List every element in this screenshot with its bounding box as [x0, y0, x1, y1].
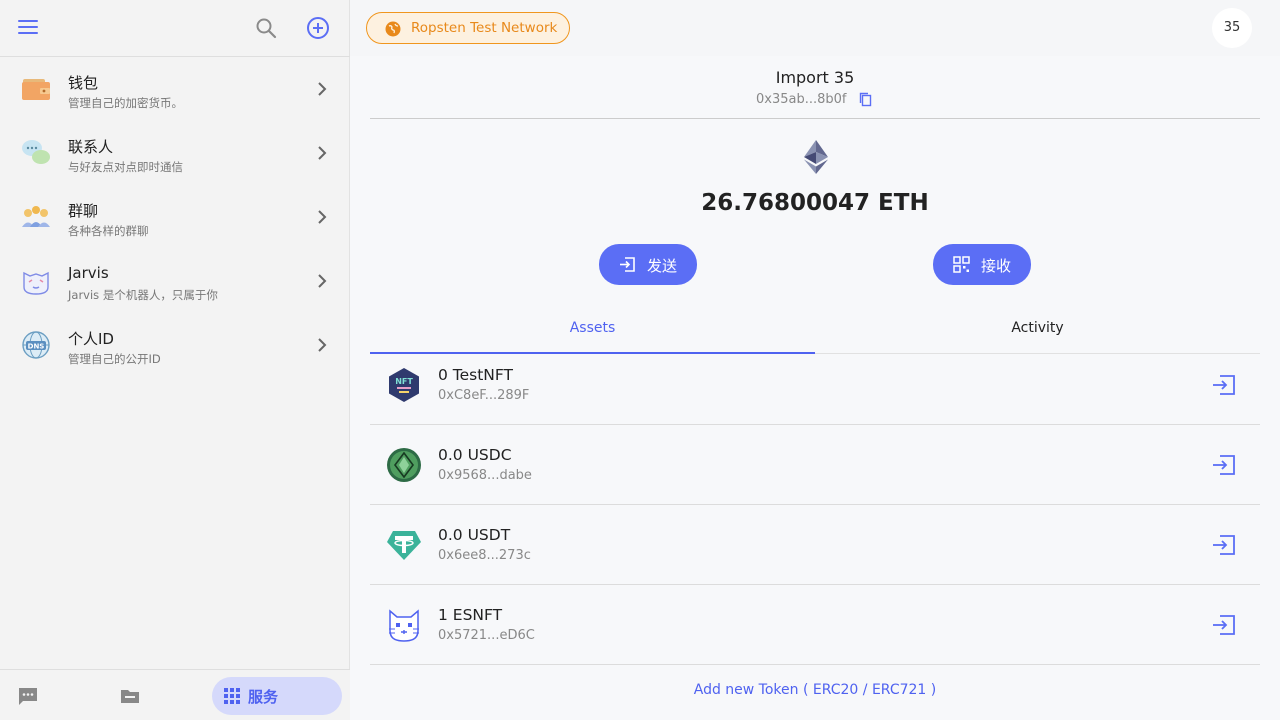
- sidebar-item-subtitle: 管理自己的公开ID: [68, 352, 161, 366]
- esnft-cat-icon: [389, 609, 419, 642]
- asset-address: 0xC8eF...289F: [438, 388, 530, 403]
- asset-name: 0.0 USDT: [438, 526, 511, 544]
- dns-id-icon: DNS: [22, 331, 50, 359]
- qr-code-icon: [953, 256, 970, 273]
- main-content: Ropsten Test Network 35 Import 35 0x35ab…: [350, 0, 1280, 720]
- chevron-right-icon: [318, 82, 327, 96]
- receive-button[interactable]: 接收: [933, 244, 1031, 285]
- sidebar-item-subtitle: 各种各样的群聊: [68, 224, 149, 238]
- svg-text:NFT: NFT: [395, 377, 413, 386]
- hamburger-menu-icon[interactable]: [18, 20, 38, 36]
- chevron-right-icon: [318, 338, 327, 352]
- send-asset-icon[interactable]: [1212, 374, 1236, 396]
- tab-label: Assets: [569, 320, 616, 336]
- sidebar-item-personal-id[interactable]: DNS 个人ID 管理自己的公开ID: [0, 313, 350, 377]
- wallet-icon: [22, 79, 50, 100]
- sidebar-item-title: 联系人: [68, 138, 114, 156]
- chevron-right-icon: [318, 146, 327, 160]
- sidebar-item-subtitle: 与好友点对点即时通信: [68, 160, 183, 174]
- usdt-token-icon: [387, 531, 421, 560]
- account-name: Import 35: [775, 68, 855, 87]
- folder-icon[interactable]: [119, 685, 141, 707]
- account-panel: Import 35 0x35ab...8b0f 26.76800047 ETH …: [350, 56, 1280, 720]
- sidebar-item-wallet[interactable]: 钱包 管理自己的加密货币。: [0, 57, 350, 121]
- svg-text:DNS: DNS: [28, 343, 45, 351]
- divider: [370, 118, 1260, 119]
- eth-balance: 26.76800047 ETH: [701, 190, 929, 216]
- nft-token-icon: NFT: [389, 368, 419, 402]
- send-asset-icon[interactable]: [1212, 454, 1236, 476]
- account-address: 0x35ab...8b0f: [756, 92, 847, 107]
- grid-icon: [224, 688, 240, 704]
- sidebar-item-title: 钱包: [68, 74, 99, 92]
- sidebar-item-subtitle: Jarvis 是个机器人，只属于你: [68, 288, 218, 302]
- add-circle-icon[interactable]: [306, 16, 330, 40]
- sidebar: 钱包 管理自己的加密货币。 联系人 与好友点对点即时通信 群聊 各种各样的群聊 …: [0, 0, 350, 720]
- sidebar-item-contacts[interactable]: 联系人 与好友点对点即时通信: [0, 121, 350, 185]
- send-label: 发送: [647, 257, 678, 275]
- sidebar-item-title: 群聊: [68, 202, 99, 220]
- asset-row[interactable]: 0.0 USDC 0x9568...dabe: [370, 425, 1260, 505]
- search-icon[interactable]: [254, 16, 278, 40]
- sidebar-footer: 服务: [0, 669, 350, 720]
- send-asset-icon[interactable]: [1212, 614, 1236, 636]
- ethereum-logo-icon: [804, 140, 828, 174]
- tab-label: Activity: [1011, 320, 1064, 336]
- asset-name: 0.0 USDC: [438, 446, 512, 464]
- asset-row[interactable]: 1 ESNFT 0x5721...eD6C: [370, 585, 1260, 665]
- avatar[interactable]: 35: [1212, 8, 1252, 48]
- send-icon: [620, 257, 635, 272]
- sidebar-item-jarvis[interactable]: Jarvis Jarvis 是个机器人，只属于你: [0, 249, 350, 313]
- sidebar-item-subtitle: 管理自己的加密货币。: [68, 96, 183, 110]
- asset-address: 0x5721...eD6C: [438, 628, 535, 643]
- chevron-right-icon: [318, 274, 327, 288]
- services-label: 服务: [248, 688, 279, 706]
- sidebar-item-title: 个人ID: [68, 330, 114, 348]
- contacts-icon: [22, 140, 50, 164]
- chevron-right-icon: [318, 210, 327, 224]
- sidebar-header: [0, 0, 350, 57]
- usdc-token-icon: [387, 448, 421, 482]
- sidebar-item-group-chat[interactable]: 群聊 各种各样的群聊: [0, 185, 350, 249]
- send-button[interactable]: 发送: [599, 244, 697, 285]
- chat-icon[interactable]: [17, 685, 39, 707]
- receive-label: 接收: [981, 257, 1012, 275]
- asset-name: 1 ESNFT: [438, 606, 503, 624]
- network-selector[interactable]: Ropsten Test Network: [366, 12, 570, 44]
- asset-address: 0x9568...dabe: [438, 468, 532, 483]
- asset-address: 0x6ee8...273c: [438, 548, 531, 563]
- jarvis-bot-icon: [23, 271, 49, 295]
- services-tab-button[interactable]: 服务: [212, 677, 342, 715]
- network-name: Ropsten Test Network: [411, 20, 558, 36]
- copy-icon[interactable]: [858, 92, 873, 107]
- asset-row[interactable]: NFT 0 TestNFT 0xC8eF...289F: [370, 345, 1260, 425]
- sidebar-item-title: Jarvis: [68, 264, 109, 282]
- asset-name: 0 TestNFT: [438, 366, 514, 384]
- globe-icon: [385, 21, 401, 37]
- group-chat-icon: [22, 206, 50, 227]
- asset-row[interactable]: 0.0 USDT 0x6ee8...273c: [370, 505, 1260, 585]
- send-asset-icon[interactable]: [1212, 534, 1236, 556]
- add-token-link[interactable]: Add new Token ( ERC20 / ERC721 ): [350, 682, 1280, 698]
